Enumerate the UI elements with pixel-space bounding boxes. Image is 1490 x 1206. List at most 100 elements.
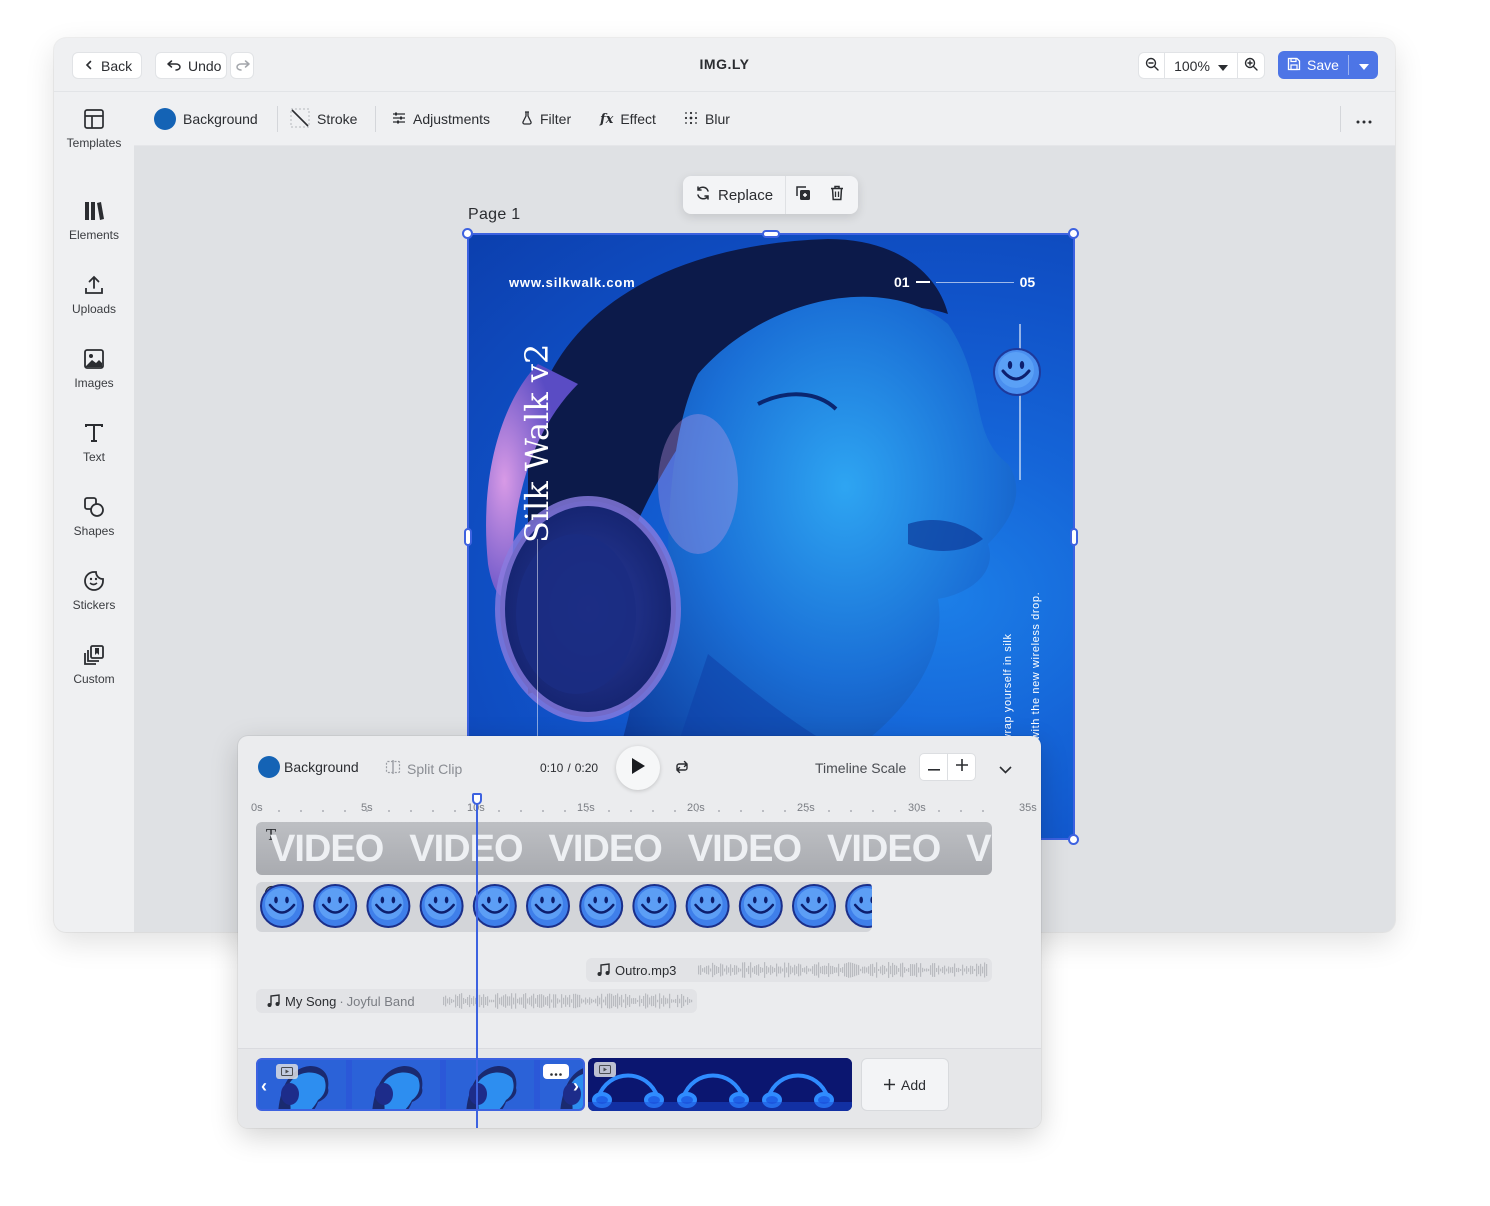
artwork-tagline-2: with the new wireless drop. — [1030, 591, 1042, 740]
audio-track-label: My Song · Joyful Band — [285, 994, 415, 1009]
resize-handle-top-left[interactable] — [462, 228, 473, 239]
chevron-down-icon — [999, 761, 1012, 778]
sidebar-item-uploads[interactable]: Uploads — [54, 274, 134, 316]
play-button[interactable] — [616, 746, 660, 790]
stroke-label: Stroke — [317, 111, 358, 127]
trim-handle-left-icon[interactable]: ‹ — [261, 1076, 267, 1097]
elements-icon — [54, 200, 134, 222]
background-label: Background — [183, 111, 258, 127]
playhead-handle[interactable] — [472, 793, 482, 805]
zoom-level-select[interactable]: 100% — [1165, 53, 1238, 78]
counter-track — [935, 281, 1014, 283]
loop-button[interactable] — [674, 760, 690, 779]
split-clip-label: Split Clip — [407, 760, 463, 777]
blur-label: Blur — [705, 111, 730, 127]
clip-more-button[interactable] — [543, 1064, 569, 1079]
background-color-button[interactable]: Background — [154, 108, 258, 130]
adjustments-button[interactable]: Adjustments — [392, 109, 490, 129]
sidebar-item-custom[interactable]: Custom — [54, 644, 134, 686]
trash-icon — [830, 185, 844, 205]
add-label: Add — [901, 1076, 926, 1093]
time-total: 0:20 — [574, 761, 599, 775]
plus-icon — [884, 1077, 896, 1093]
ruler-tick: 20s — [687, 802, 705, 814]
filter-button[interactable]: Filter — [521, 109, 571, 129]
sidebar-item-label: Shapes — [73, 524, 115, 538]
blur-dots-icon — [684, 111, 698, 128]
plus-icon — [955, 758, 968, 776]
filter-flask-icon — [521, 110, 533, 128]
custom-icon — [54, 644, 134, 666]
image-icon — [54, 348, 134, 370]
resize-handle-bottom-right[interactable] — [1068, 834, 1079, 845]
add-clip-button[interactable]: Add — [861, 1058, 949, 1111]
resize-handle-top[interactable] — [762, 230, 780, 238]
background-label: Background — [284, 759, 359, 775]
effect-button[interactable]: fx Effect — [600, 109, 656, 129]
sidebar-item-elements[interactable]: Elements — [54, 200, 134, 242]
sidebar-item-label: Elements — [68, 228, 120, 242]
replace-button[interactable]: Replace — [683, 176, 787, 214]
text-track-word: VIDEO — [409, 828, 523, 870]
save-label: Save — [1307, 57, 1339, 73]
sidebar-item-images[interactable]: Images — [54, 348, 134, 390]
video-clip-2[interactable] — [588, 1058, 852, 1111]
audio-track-outro[interactable]: Outro.mp3 — [586, 958, 992, 982]
clip-headphones-thumbnails — [588, 1058, 852, 1111]
upload-icon — [54, 274, 134, 296]
save-options-button[interactable] — [1349, 51, 1378, 79]
playhead-line[interactable] — [476, 795, 478, 1128]
sidebar-item-label: Templates — [66, 136, 122, 150]
zoom-out-button[interactable] — [1139, 53, 1165, 78]
play-icon — [630, 757, 646, 780]
background-color-swatch — [154, 108, 176, 130]
more-options-button[interactable] — [1356, 109, 1372, 129]
resize-handle-left[interactable] — [464, 528, 472, 546]
audio-waveform — [698, 962, 988, 978]
page-title: Page 1 — [468, 206, 521, 223]
stroke-button[interactable]: Stroke — [290, 108, 358, 131]
video-clip-1[interactable]: ‹ › — [256, 1058, 585, 1111]
selection-context-menu: Replace — [683, 176, 858, 214]
text-track-words: VIDEO VIDEO VIDEO VIDEO VIDEO VIDE — [270, 828, 992, 871]
zoom-control: 100% — [1138, 52, 1265, 79]
zoom-out-icon — [1145, 57, 1159, 74]
timeline-background-button[interactable]: Background — [258, 756, 359, 778]
templates-icon — [54, 108, 134, 130]
split-clip-button[interactable]: Split Clip — [385, 759, 462, 778]
audio-artist: Joyful Band — [346, 994, 415, 1009]
delete-button[interactable] — [820, 176, 854, 214]
trim-handle-right-icon[interactable]: › — [573, 1076, 579, 1097]
sidebar-item-templates[interactable]: Templates — [54, 108, 134, 150]
split-clip-icon — [385, 759, 401, 778]
loop-icon — [674, 760, 690, 778]
resize-handle-right[interactable] — [1070, 528, 1078, 546]
ruler-tick: 0s — [251, 802, 263, 814]
zoom-in-button[interactable] — [1238, 53, 1264, 78]
save-button[interactable]: Save — [1278, 51, 1348, 79]
sidebar-item-shapes[interactable]: Shapes — [54, 496, 134, 538]
text-track-word: VIDEO — [270, 828, 384, 870]
sidebar: Templates Elements Uploads Images Text S… — [54, 92, 134, 932]
timeline-ruler[interactable]: 0s 5s 10s 15s 20s 25s 30s 35s — [238, 800, 1041, 820]
inspector-toolbar: Background Stroke Adjustments Filter fx … — [134, 92, 1395, 146]
replace-refresh-icon — [695, 185, 711, 205]
scale-increase-button[interactable] — [948, 754, 975, 780]
scale-decrease-button[interactable] — [920, 754, 948, 780]
text-track[interactable]: T VIDEO VIDEO VIDEO VIDEO VIDEO VIDE — [256, 822, 992, 875]
more-horizontal-icon — [1356, 111, 1372, 127]
audio-waveform — [443, 993, 693, 1009]
sidebar-item-stickers[interactable]: Stickers — [54, 570, 134, 612]
duplicate-button[interactable] — [786, 176, 820, 214]
text-icon — [54, 422, 134, 444]
collapse-timeline-button[interactable] — [999, 761, 1012, 779]
shapes-icon — [54, 496, 134, 518]
sticker-thumbnails — [260, 884, 872, 928]
video-clips-strip: ‹ › Add — [238, 1048, 1041, 1128]
sidebar-item-text[interactable]: Text — [54, 422, 134, 464]
blur-button[interactable]: Blur — [684, 109, 730, 129]
sticker-track[interactable] — [256, 882, 872, 932]
counter-end: 05 — [1019, 274, 1036, 290]
stroke-icon — [290, 108, 310, 131]
resize-handle-top-right[interactable] — [1068, 228, 1079, 239]
